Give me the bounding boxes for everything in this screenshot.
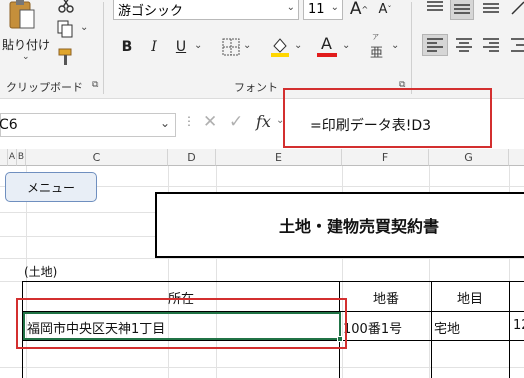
align-middle-icon xyxy=(454,4,470,14)
chevron-down-icon[interactable]: ⌄ xyxy=(22,52,30,62)
shrink-font-label: A xyxy=(378,1,388,17)
dialog-launcher-icon[interactable]: ⧉ xyxy=(92,80,98,90)
header-land-category: 地目 xyxy=(457,292,484,307)
chevron-down-icon[interactable]: ⌄ xyxy=(342,40,350,51)
align-bottom-icon[interactable] xyxy=(481,0,501,16)
chevron-down-icon[interactable]: ⌄ xyxy=(243,40,251,51)
chevron-down-icon[interactable]: ⌄ xyxy=(294,40,302,51)
paste-icon xyxy=(9,0,35,29)
column-header-b[interactable]: B xyxy=(17,149,26,166)
cut-icon[interactable] xyxy=(57,0,75,14)
cancel-icon[interactable]: ✕ xyxy=(203,112,217,132)
italic-button[interactable]: I xyxy=(143,36,165,58)
select-all-corner[interactable] xyxy=(0,149,8,166)
menu-button-label: メニュー xyxy=(26,180,75,195)
cell-category-value: 宅地 xyxy=(434,322,461,337)
ribbon: 貼り付け ⌄ ⌄ クリップボード ⧉ 游ゴシック ⌄ 11 ⌄ A ^ Aˇ B … xyxy=(0,0,524,99)
phonetic-label: 亜 xyxy=(370,46,384,61)
column-header-e[interactable]: E xyxy=(216,149,342,166)
copy-icon[interactable] xyxy=(57,20,73,38)
font-size-value: 11 xyxy=(308,1,325,17)
header-lot-number: 地番 xyxy=(373,292,400,307)
name-box[interactable]: C6 ⌄ xyxy=(0,113,176,137)
paste-button[interactable]: 貼り付け ⌄ xyxy=(0,0,52,64)
chevron-down-icon[interactable]: ⌄ xyxy=(391,40,399,51)
column-header-d[interactable]: D xyxy=(168,149,216,166)
align-center-icon[interactable] xyxy=(455,37,473,53)
align-right-icon[interactable] xyxy=(482,37,500,53)
document-title-box: 土地・建物売買契約書 xyxy=(155,192,524,258)
chevron-down-icon[interactable]: ⌄ xyxy=(287,2,295,13)
column-header-a[interactable]: A xyxy=(8,149,17,166)
chevron-down-icon[interactable]: ⌄ xyxy=(160,116,170,130)
column-header-f[interactable]: F xyxy=(342,149,429,166)
fill-color-icon[interactable] xyxy=(270,36,290,58)
formula-bar: C6 ⌄ ⋮ ✕ ✓ fx ⌄ =印刷データ表!D3 xyxy=(0,88,524,149)
column-header-g[interactable]: G xyxy=(429,149,509,166)
group-divider xyxy=(411,2,412,94)
chevron-down-icon[interactable]: ⌄ xyxy=(331,2,339,13)
column-header-c[interactable]: C xyxy=(26,149,168,166)
section-label: (土地) xyxy=(24,265,58,279)
chevron-down-icon[interactable]: ⌄ xyxy=(80,22,88,33)
font-color-button[interactable]: A xyxy=(317,34,337,58)
font-name-value: 游ゴシック xyxy=(118,3,184,19)
group-divider xyxy=(103,2,104,94)
clipboard-group-label: クリップボード xyxy=(6,81,83,94)
paste-label: 貼り付け xyxy=(2,38,51,52)
orientation-icon[interactable] xyxy=(510,0,524,16)
cell-extra-value: 12 xyxy=(513,318,524,333)
align-top-icon[interactable] xyxy=(425,0,445,16)
insert-function-icon[interactable]: fx xyxy=(256,112,271,131)
column-header-h[interactable] xyxy=(509,149,524,166)
font-color-swatch xyxy=(317,53,337,57)
font-name-dropdown[interactable]: 游ゴシック ⌄ xyxy=(113,0,299,20)
font-color-label: A xyxy=(321,34,332,53)
align-left-icon xyxy=(427,38,443,52)
grow-font-button[interactable]: A ^ xyxy=(348,0,370,20)
chevron-down-icon[interactable]: ⌄ xyxy=(194,40,202,51)
font-group-label: フォント xyxy=(234,81,278,94)
document-title: 土地・建物売買契約書 xyxy=(279,217,440,236)
enter-icon[interactable]: ✓ xyxy=(229,112,243,132)
shrink-font-button[interactable]: Aˇ xyxy=(374,0,396,20)
align-middle-button[interactable] xyxy=(450,0,474,20)
underline-button[interactable]: U xyxy=(170,36,192,58)
cell-highlight-box xyxy=(16,298,347,349)
grow-font-label: A xyxy=(349,0,362,19)
format-painter-icon[interactable] xyxy=(57,48,75,66)
more-options-icon[interactable]: ⋮ xyxy=(183,114,195,128)
formula-highlight-box xyxy=(283,88,492,148)
align-left-button[interactable] xyxy=(422,34,448,56)
phonetic-button[interactable]: 亜 ア xyxy=(368,33,388,61)
font-size-dropdown[interactable]: 11 ⌄ xyxy=(303,0,343,20)
name-box-value: C6 xyxy=(0,117,18,133)
borders-icon[interactable] xyxy=(222,38,240,56)
decrease-indent-icon[interactable] xyxy=(510,37,524,53)
bold-button[interactable]: B xyxy=(116,36,138,58)
cell-lot-value: 100番1号 xyxy=(343,322,403,337)
menu-button[interactable]: メニュー xyxy=(5,172,97,202)
